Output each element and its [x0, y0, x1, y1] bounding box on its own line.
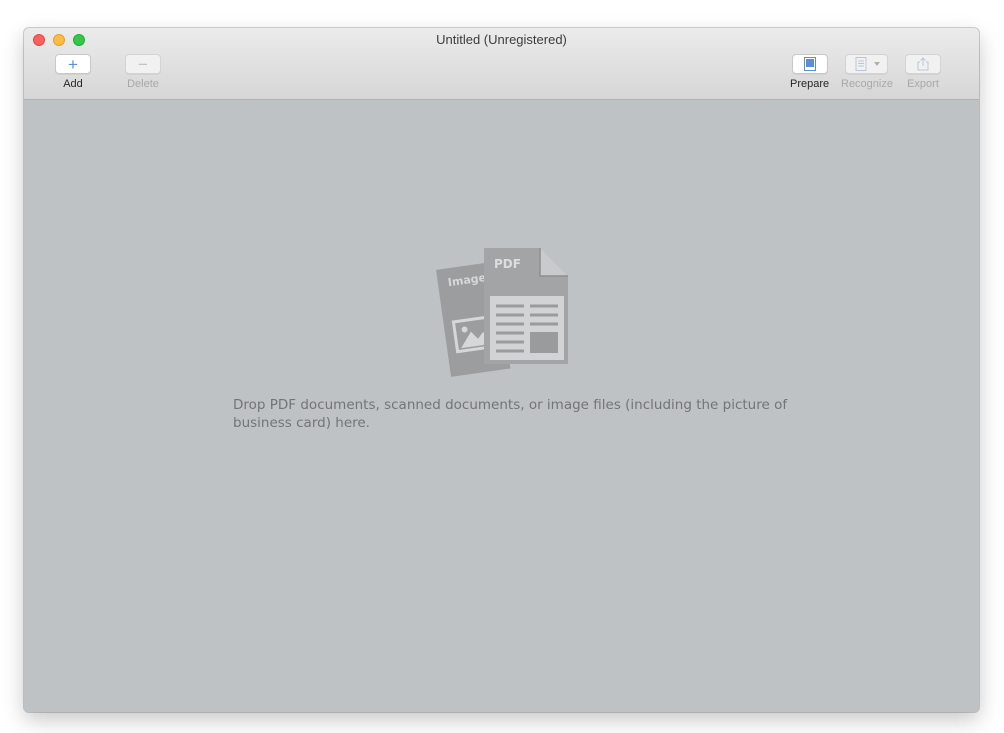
export-button[interactable]: [905, 54, 941, 74]
prepare-tool[interactable]: Prepare: [790, 54, 829, 90]
delete-label: Delete: [127, 78, 159, 90]
prepare-label: Prepare: [790, 78, 830, 90]
window-title: Untitled (Unregistered): [436, 32, 567, 47]
document-text-icon: [855, 57, 867, 71]
add-label: Add: [63, 78, 83, 90]
app-window: Untitled (Unregistered) + Add − Delete P…: [24, 28, 979, 712]
recognize-label: Recognize: [841, 78, 893, 90]
page-icon: [803, 57, 816, 71]
add-button[interactable]: +: [55, 54, 91, 74]
dropdown-arrow-icon: [873, 62, 880, 66]
prepare-button[interactable]: [791, 54, 828, 74]
export-tool[interactable]: Export: [905, 54, 941, 90]
documents-illustration: Image PDF: [436, 248, 568, 377]
delete-button[interactable]: −: [125, 54, 161, 74]
minus-icon: −: [138, 54, 148, 74]
share-icon: [917, 57, 929, 71]
recognize-tool[interactable]: Recognize: [841, 54, 893, 90]
delete-tool[interactable]: − Delete: [125, 54, 161, 90]
title-bar: Untitled (Unregistered) + Add − Delete P…: [24, 28, 979, 100]
drop-instructions: Drop PDF documents, scanned documents, o…: [233, 397, 788, 431]
add-tool[interactable]: + Add: [55, 54, 91, 90]
export-label: Export: [907, 78, 939, 90]
drop-area[interactable]: Image PDF Drop PDF documents, scanned do…: [24, 100, 979, 712]
illustration-pdf-label: PDF: [494, 257, 521, 271]
plus-icon: +: [68, 54, 78, 74]
recognize-button[interactable]: [845, 54, 889, 74]
